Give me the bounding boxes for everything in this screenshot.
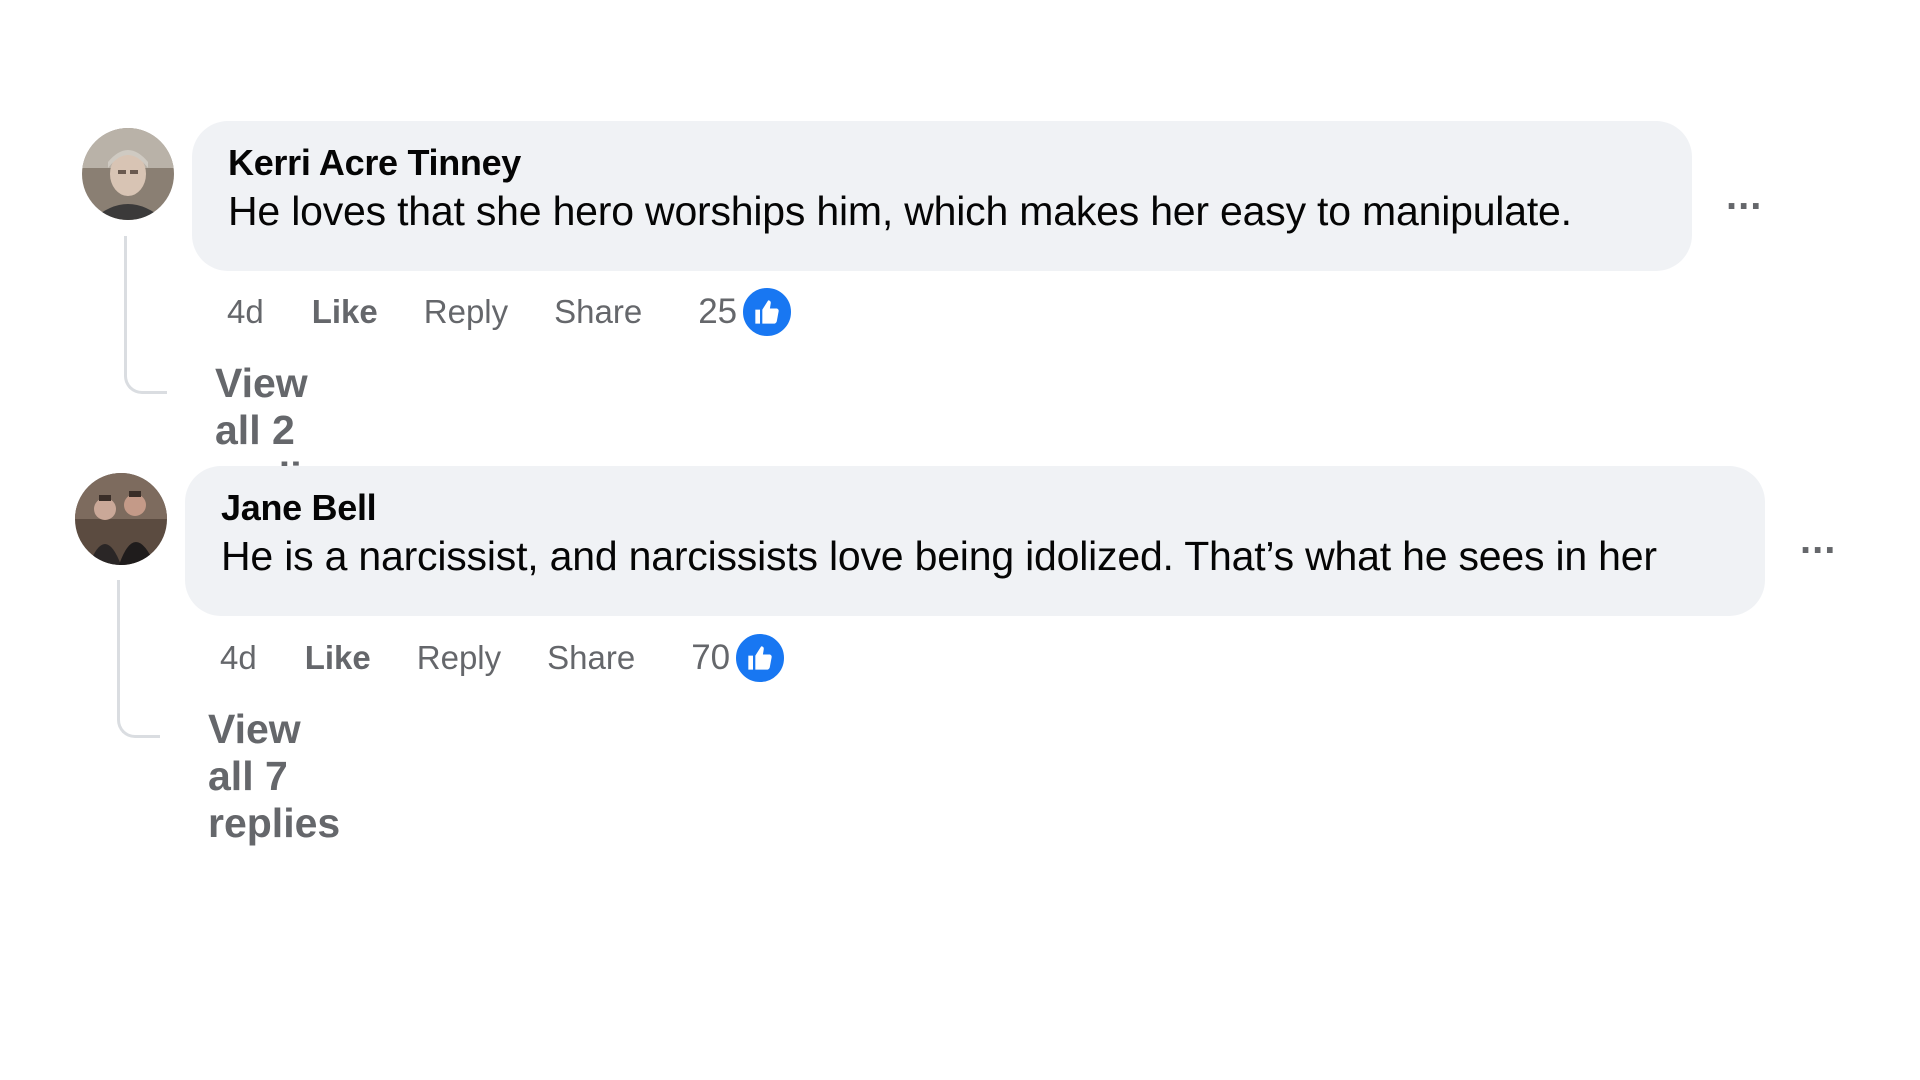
reaction-count[interactable]: 70 xyxy=(691,638,730,678)
comment-time[interactable]: 4d xyxy=(227,293,264,331)
like-button[interactable]: Like xyxy=(312,293,378,331)
comment-bubble: Jane Bell He is a narcissist, and narcis… xyxy=(185,466,1765,616)
like-button[interactable]: Like xyxy=(305,639,371,677)
comment-actions: 4d Like Reply Share 70 xyxy=(220,630,787,686)
comment-author[interactable]: Jane Bell xyxy=(221,486,1729,530)
avatar-jane[interactable] xyxy=(75,473,167,565)
comments-page: Kerri Acre Tinney He loves that she hero… xyxy=(0,0,1920,1080)
thumbs-up-icon xyxy=(734,632,787,684)
comment-bubble: Kerri Acre Tinney He loves that she hero… xyxy=(192,121,1692,271)
reaction-count[interactable]: 25 xyxy=(698,292,737,332)
view-replies-link[interactable]: View all 7 replies xyxy=(208,706,340,847)
comment-text: He is a narcissist, and narcissists love… xyxy=(221,533,1657,579)
more-options-icon[interactable]: ... xyxy=(1800,520,1836,560)
thumbs-up-icon xyxy=(741,286,794,338)
share-button[interactable]: Share xyxy=(554,293,642,331)
avatar-kerri[interactable] xyxy=(82,128,174,220)
comment-author[interactable]: Kerri Acre Tinney xyxy=(228,141,1656,185)
reply-button[interactable]: Reply xyxy=(424,293,508,331)
more-options-icon[interactable]: ... xyxy=(1726,176,1762,216)
thread-connector xyxy=(117,580,160,738)
thread-connector xyxy=(124,236,167,394)
reply-button[interactable]: Reply xyxy=(417,639,501,677)
comment-actions: 4d Like Reply Share 25 xyxy=(227,284,794,340)
share-button[interactable]: Share xyxy=(547,639,635,677)
comment-text: He loves that she hero worships him, whi… xyxy=(228,188,1572,234)
comment-time[interactable]: 4d xyxy=(220,639,257,677)
